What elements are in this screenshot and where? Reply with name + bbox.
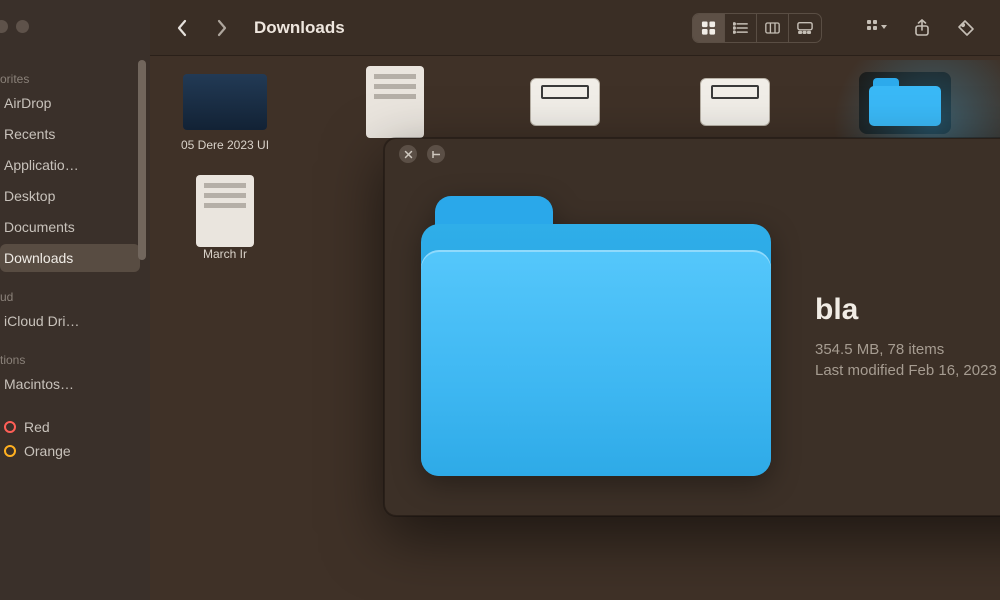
file-item[interactable]: 05 Dere 2023 UI bbox=[170, 72, 280, 153]
sidebar-tag-label: Orange bbox=[24, 443, 71, 459]
finder-main: Downloads bbox=[150, 0, 1000, 600]
preview-modified: Last modified Feb 16, 2023 at 7:44:36 PM bbox=[815, 362, 1000, 379]
sidebar-item-macintosh-hd[interactable]: Macintos… bbox=[0, 370, 140, 398]
finder-sidebar: orites AirDrop Recents Applicatio… Deskt… bbox=[0, 0, 150, 600]
tag-dot-icon bbox=[4, 445, 16, 457]
image-thumbnail-icon bbox=[183, 74, 267, 130]
quicklook-fullscreen-button[interactable] bbox=[427, 145, 445, 163]
finder-toolbar: Downloads bbox=[150, 0, 1000, 56]
sidebar-tag-red[interactable]: Red bbox=[0, 415, 140, 439]
view-gallery-button[interactable] bbox=[789, 14, 821, 42]
sidebar-item-airdrop[interactable]: AirDrop bbox=[0, 89, 140, 117]
window-title: Downloads bbox=[254, 18, 345, 38]
tag-dot-icon bbox=[4, 421, 16, 433]
window-traffic-lights bbox=[0, 20, 29, 33]
quicklook-close-button[interactable] bbox=[399, 145, 417, 163]
view-mode-switcher bbox=[692, 13, 822, 43]
view-icon-button[interactable] bbox=[693, 14, 725, 42]
traffic-min[interactable] bbox=[16, 20, 29, 33]
back-button[interactable] bbox=[168, 14, 196, 42]
sidebar-item-recents[interactable]: Recents bbox=[0, 120, 140, 148]
sidebar-scrollbar[interactable] bbox=[138, 60, 146, 260]
tags-button[interactable] bbox=[950, 16, 982, 40]
preview-name: bla bbox=[815, 293, 1000, 327]
quicklook-panel: bla 354.5 MB, 78 items Last modified Feb… bbox=[384, 138, 1000, 516]
share-button[interactable] bbox=[906, 16, 938, 40]
file-name: 05 Dere 2023 UI bbox=[181, 138, 269, 153]
view-list-button[interactable] bbox=[725, 14, 757, 42]
file-name: March Ir bbox=[203, 247, 247, 262]
document-thumbnail-icon bbox=[366, 66, 424, 138]
sidebar-tag-label: Red bbox=[24, 419, 50, 435]
preview-info: 354.5 MB, 78 items bbox=[815, 341, 1000, 358]
sidebar-heading-locations: tions bbox=[0, 353, 140, 367]
file-item[interactable]: March Ir bbox=[170, 181, 280, 262]
group-by-button[interactable] bbox=[862, 16, 894, 40]
view-column-button[interactable] bbox=[757, 14, 789, 42]
forward-button[interactable] bbox=[208, 14, 236, 42]
sidebar-item-documents[interactable]: Documents bbox=[0, 213, 140, 241]
exec-thumbnail-icon bbox=[700, 78, 770, 126]
sidebar-item-desktop[interactable]: Desktop bbox=[0, 182, 140, 210]
exec-thumbnail-icon bbox=[530, 78, 600, 126]
quicklook-titlebar bbox=[385, 139, 1000, 169]
sidebar-heading-icloud: ud bbox=[0, 290, 140, 304]
folder-icon bbox=[869, 78, 941, 126]
traffic-close[interactable] bbox=[0, 20, 8, 33]
preview-folder-icon bbox=[421, 196, 771, 476]
sidebar-tag-orange[interactable]: Orange bbox=[0, 439, 140, 463]
document-thumbnail-icon bbox=[196, 175, 254, 247]
sidebar-heading-favorites: orites bbox=[0, 72, 140, 86]
sidebar-item-icloud-drive[interactable]: iCloud Dri… bbox=[0, 307, 140, 335]
sidebar-item-downloads[interactable]: Downloads bbox=[0, 244, 140, 272]
preview-metadata: bla 354.5 MB, 78 items Last modified Feb… bbox=[815, 293, 1000, 379]
sidebar-item-applications[interactable]: Applicatio… bbox=[0, 151, 140, 179]
